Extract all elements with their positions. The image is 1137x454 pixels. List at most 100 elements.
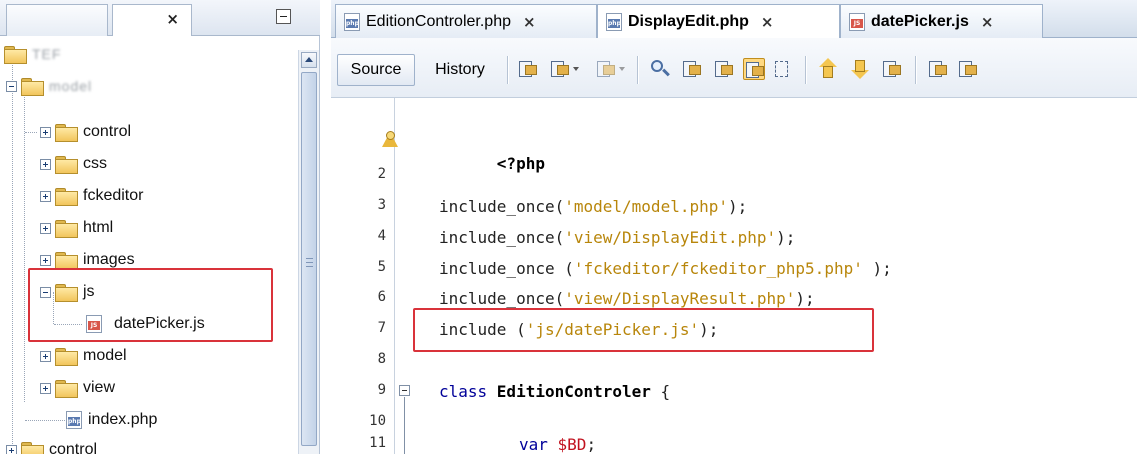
source-button[interactable]: Source bbox=[337, 54, 415, 86]
find-icon[interactable] bbox=[649, 58, 671, 80]
tree-scrollbar[interactable] bbox=[298, 50, 319, 454]
tree-item-fckeditor[interactable]: fckeditor bbox=[40, 180, 143, 212]
line-number: 3 bbox=[377, 197, 386, 213]
shift-line-right-icon[interactable] bbox=[957, 58, 979, 80]
forward-icon[interactable] bbox=[595, 58, 625, 80]
line-number: 7 bbox=[377, 320, 386, 336]
line-number: 9 bbox=[377, 382, 386, 398]
tree-item-module[interactable]: model bbox=[6, 70, 92, 102]
tree-item-label: TEF bbox=[32, 46, 62, 62]
tree-item-root[interactable]: TEF bbox=[4, 38, 61, 70]
close-icon[interactable]: × bbox=[166, 10, 179, 28]
minimize-panel-button[interactable] bbox=[276, 9, 291, 24]
tab-displayedit-php[interactable]: php DisplayEdit.php × bbox=[597, 4, 840, 38]
tab-datepicker-js[interactable]: JS datePicker.js × bbox=[840, 4, 1043, 38]
shift-line-left-icon[interactable] bbox=[927, 58, 949, 80]
fold-margin bbox=[395, 98, 417, 454]
find-next-icon[interactable] bbox=[713, 58, 735, 80]
scrollbar-thumb[interactable] bbox=[301, 72, 317, 446]
tree-item-label: view bbox=[83, 379, 116, 396]
line-number: 10 bbox=[369, 413, 386, 429]
tree-item-label: css bbox=[83, 155, 107, 172]
code-line-4: include_once('view/DisplayEdit.php'); bbox=[439, 228, 796, 247]
next-bookmark-icon[interactable] bbox=[849, 58, 871, 80]
tree-item-model[interactable]: model bbox=[40, 340, 127, 372]
history-button[interactable]: History bbox=[419, 54, 501, 86]
folder-icon bbox=[55, 348, 78, 366]
expand-icon[interactable] bbox=[6, 444, 17, 454]
folder-icon bbox=[55, 252, 78, 270]
projects-panel: × TEF model control css fckeditor html i… bbox=[0, 0, 320, 454]
hint-bulb-icon[interactable] bbox=[386, 131, 395, 140]
php-file-icon: php bbox=[606, 12, 622, 31]
line-number: 4 bbox=[377, 228, 386, 244]
expand-icon[interactable] bbox=[40, 158, 51, 170]
folder-open-icon bbox=[4, 46, 27, 64]
project-tree: TEF model control css fckeditor html ima… bbox=[0, 36, 298, 454]
line-number: 8 bbox=[377, 351, 386, 367]
line-number: 6 bbox=[377, 289, 386, 305]
expand-icon[interactable] bbox=[40, 350, 51, 362]
line-number-gutter: 2 3 4 5 6 7 8 9 10 11 bbox=[331, 98, 395, 454]
tree-item-label: control bbox=[83, 123, 132, 140]
tree-item-control[interactable]: control bbox=[40, 116, 131, 148]
folder-open-icon bbox=[21, 78, 44, 96]
files-tab[interactable]: × bbox=[112, 4, 192, 36]
line-number: 5 bbox=[377, 259, 386, 275]
folder-icon bbox=[55, 124, 78, 142]
scroll-up-icon[interactable] bbox=[301, 52, 317, 68]
tree-item-index-php[interactable]: php index.php bbox=[62, 404, 157, 436]
editor-toolbar: Source History bbox=[331, 38, 1137, 98]
expand-icon[interactable] bbox=[40, 254, 51, 266]
folder-icon bbox=[55, 220, 78, 238]
tab-title: EditionControler.php bbox=[366, 12, 511, 30]
last-edit-icon[interactable] bbox=[517, 58, 539, 80]
close-icon[interactable]: × bbox=[761, 13, 774, 31]
folder-icon bbox=[55, 156, 78, 174]
expand-icon[interactable] bbox=[40, 382, 51, 394]
folder-icon bbox=[21, 442, 44, 454]
tree-item-control-root[interactable]: control bbox=[6, 434, 97, 454]
tab-title: DisplayEdit.php bbox=[628, 12, 749, 30]
code-line-5: include_once ('fckeditor/fckeditor_php5.… bbox=[439, 259, 892, 278]
tab-title: datePicker.js bbox=[871, 12, 969, 30]
tab-editioncontroler-php[interactable]: php EditionControler.php × bbox=[335, 4, 597, 38]
expand-icon[interactable] bbox=[40, 222, 51, 234]
php-file-icon: php bbox=[66, 411, 82, 429]
previous-bookmark-icon[interactable] bbox=[817, 58, 839, 80]
code-editor[interactable]: <?php include_once('model/model.php'); i… bbox=[417, 98, 1137, 454]
line-number: 2 bbox=[377, 166, 386, 182]
projects-tab[interactable] bbox=[6, 4, 108, 36]
expand-icon[interactable] bbox=[40, 126, 51, 138]
code-line-3: include_once('model/model.php'); bbox=[439, 197, 748, 216]
toggle-highlight-icon[interactable] bbox=[743, 58, 765, 80]
annotation-highlight-box bbox=[28, 268, 273, 342]
folder-icon bbox=[55, 380, 78, 398]
php-file-icon: php bbox=[344, 12, 360, 31]
toggle-rectangular-selection-icon[interactable] bbox=[773, 58, 795, 80]
tree-item-label: images bbox=[83, 251, 135, 268]
tree-item-label: html bbox=[83, 219, 114, 236]
tree-item-label: model bbox=[49, 78, 93, 94]
line-number: 11 bbox=[369, 435, 386, 451]
editor-tabbar: php EditionControler.php × php DisplayEd… bbox=[331, 0, 1137, 38]
back-icon[interactable] bbox=[549, 58, 579, 80]
code-line-6: include_once('view/DisplayResult.php'); bbox=[439, 289, 815, 308]
tree-item-label: model bbox=[83, 347, 127, 364]
tree-item-html[interactable]: html bbox=[40, 212, 113, 244]
fold-collapse-icon[interactable] bbox=[399, 385, 410, 396]
code-line-9: class EditionControler { bbox=[439, 382, 671, 401]
js-file-icon: JS bbox=[849, 12, 865, 31]
expand-icon[interactable] bbox=[40, 190, 51, 202]
tree-item-css[interactable]: css bbox=[40, 148, 107, 180]
code-line-11: var $BD; bbox=[519, 435, 597, 454]
tree-item-view[interactable]: view bbox=[40, 372, 115, 404]
tree-item-label: fckeditor bbox=[83, 187, 144, 204]
folder-icon bbox=[55, 188, 78, 206]
toggle-bookmark-icon[interactable] bbox=[881, 58, 903, 80]
find-previous-icon[interactable] bbox=[681, 58, 703, 80]
close-icon[interactable]: × bbox=[523, 13, 536, 31]
collapse-icon[interactable] bbox=[6, 80, 17, 92]
tree-item-label: index.php bbox=[88, 411, 158, 428]
close-icon[interactable]: × bbox=[981, 13, 994, 31]
